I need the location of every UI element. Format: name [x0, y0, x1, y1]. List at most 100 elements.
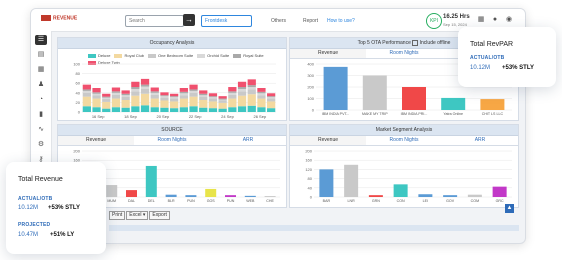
profile-icon[interactable]: ◉ — [505, 16, 513, 24]
y-tick-label: 160 — [305, 158, 312, 163]
bar-segment — [111, 92, 121, 95]
bar — [443, 195, 458, 197]
bar-segment — [111, 87, 121, 92]
bar-segment — [267, 93, 276, 97]
bar-segment — [150, 98, 159, 108]
nav-others[interactable]: Others — [271, 18, 286, 24]
y-tick-label: 0 — [312, 108, 315, 113]
occupancy-panel: Occupancy Analysis Deluxe Royal Club One B… — [57, 37, 287, 121]
calendar-icon[interactable]: ▦ — [35, 65, 47, 75]
occupancy-title: Occupancy Analysis — [58, 38, 286, 49]
bar — [145, 165, 157, 197]
search-input[interactable]: Search — [125, 15, 184, 27]
print-button[interactable]: Print — [109, 211, 126, 220]
x-tick-label: GOV — [446, 199, 455, 203]
bar-segment — [218, 98, 227, 100]
bar-segment — [160, 97, 169, 101]
tab-revenue[interactable]: Revenue — [290, 49, 366, 58]
bar-segment — [92, 95, 101, 99]
y-tick-label: 400 — [307, 62, 314, 67]
tab-revenue[interactable]: Revenue — [58, 136, 134, 145]
users-icon[interactable]: ♟ — [35, 80, 47, 90]
bar-segment — [237, 91, 247, 96]
tab-room-nights[interactable]: Room Nights — [134, 136, 210, 145]
bar-segment — [111, 98, 121, 108]
export-button[interactable]: Export — [149, 211, 170, 220]
tab-revenue[interactable]: Revenue — [290, 136, 366, 145]
bar-segment — [111, 94, 121, 99]
bar-segment — [160, 96, 169, 98]
top-bar: REVENUE Search → Frontdesk Others Report… — [31, 9, 525, 32]
bar-segment — [82, 106, 91, 112]
x-tick-label: CON — [397, 199, 405, 203]
y-tick-label: 200 — [307, 85, 314, 90]
x-tick-label: WEB — [246, 199, 255, 203]
logo[interactable]: REVENUE — [41, 15, 77, 21]
bar-chart-icon[interactable]: ▮ — [35, 110, 47, 120]
module-select[interactable]: Frontdesk — [201, 15, 252, 27]
bar-segment — [150, 92, 159, 95]
y-tick-label: 200 — [73, 149, 80, 154]
notification-icon[interactable]: ● — [491, 16, 499, 24]
bar-segment — [257, 98, 266, 108]
bar-segment — [199, 100, 208, 108]
bar-segment — [102, 99, 111, 102]
legend-label: One Bedroom Suite — [158, 53, 194, 58]
kpi-badge[interactable]: KPI — [426, 13, 442, 29]
tab-room-nights[interactable]: Room Nights — [366, 49, 442, 58]
bar-segment — [170, 96, 179, 98]
bar-segment — [189, 106, 198, 112]
bar-segment — [121, 96, 130, 100]
include-offline-label: Include offline — [419, 40, 451, 46]
tab-arr[interactable]: ARR — [210, 136, 286, 145]
legend-item: Royal Suite — [233, 52, 264, 59]
bar-segment — [237, 88, 247, 92]
bar-segment — [189, 96, 198, 107]
x-tick-label: IBM INDIA PRI... — [401, 112, 428, 116]
menu-icon[interactable]: ☰ — [35, 35, 47, 45]
bar-segment — [121, 100, 130, 108]
grid-icon[interactable]: ▦ — [477, 16, 485, 24]
bar — [492, 186, 507, 197]
legend-swatch — [148, 53, 157, 58]
x-tick-label: MAKE MY TRIP — [362, 112, 388, 116]
nav-report[interactable]: Report — [303, 18, 318, 24]
market-title: Market Segment Analysis — [290, 125, 518, 136]
bar-segment — [111, 91, 121, 93]
document-icon[interactable]: ▤ — [35, 50, 47, 60]
settings-icon[interactable]: ⚙ — [35, 140, 47, 150]
bar-segment — [160, 100, 169, 108]
bar-segment — [228, 91, 237, 93]
bar-segment — [150, 107, 159, 112]
pie-chart-icon[interactable]: ◔ — [35, 95, 47, 105]
bar — [441, 97, 466, 110]
bar-segment — [179, 91, 188, 94]
line-chart-icon[interactable]: ∿ — [35, 125, 47, 135]
revpar-card: Total RevPAR ACTUAL/OTB 10.12M +53% STLY — [458, 27, 556, 87]
bar — [225, 195, 236, 197]
bar-segment — [82, 92, 91, 97]
x-tick-label: LEI — [423, 199, 428, 203]
nav-how-to-use[interactable]: How to use? — [327, 18, 355, 24]
bar — [205, 188, 217, 197]
x-tick-label: DAL — [128, 199, 135, 203]
x-tick-label: 26 Sep — [253, 114, 266, 119]
bar-segment — [92, 98, 101, 108]
x-tick-label: DEL — [148, 199, 155, 203]
tab-room-nights[interactable]: Room Nights — [366, 136, 442, 145]
search-button[interactable]: → — [183, 14, 195, 26]
market-panel: Market Segment Analysis Revenue Room Nig… — [289, 124, 519, 208]
bar-segment — [267, 98, 276, 102]
bar-segment — [247, 89, 256, 95]
tab-arr[interactable]: ARR — [442, 136, 518, 145]
excel-button[interactable]: Excel ▾ — [126, 211, 149, 220]
scroll-up-button[interactable]: ▲ — [505, 204, 514, 213]
table-toolbar: Print Excel ▾ Export — [109, 211, 171, 220]
bar — [362, 75, 387, 110]
y-tick-label: 0 — [78, 110, 81, 115]
legend-swatch — [88, 53, 96, 58]
y-tick-label: 120 — [305, 167, 312, 172]
revenue-projected-change: +51% LY — [50, 232, 75, 238]
include-offline-checkbox[interactable] — [412, 39, 419, 46]
bar-segment — [208, 96, 218, 98]
